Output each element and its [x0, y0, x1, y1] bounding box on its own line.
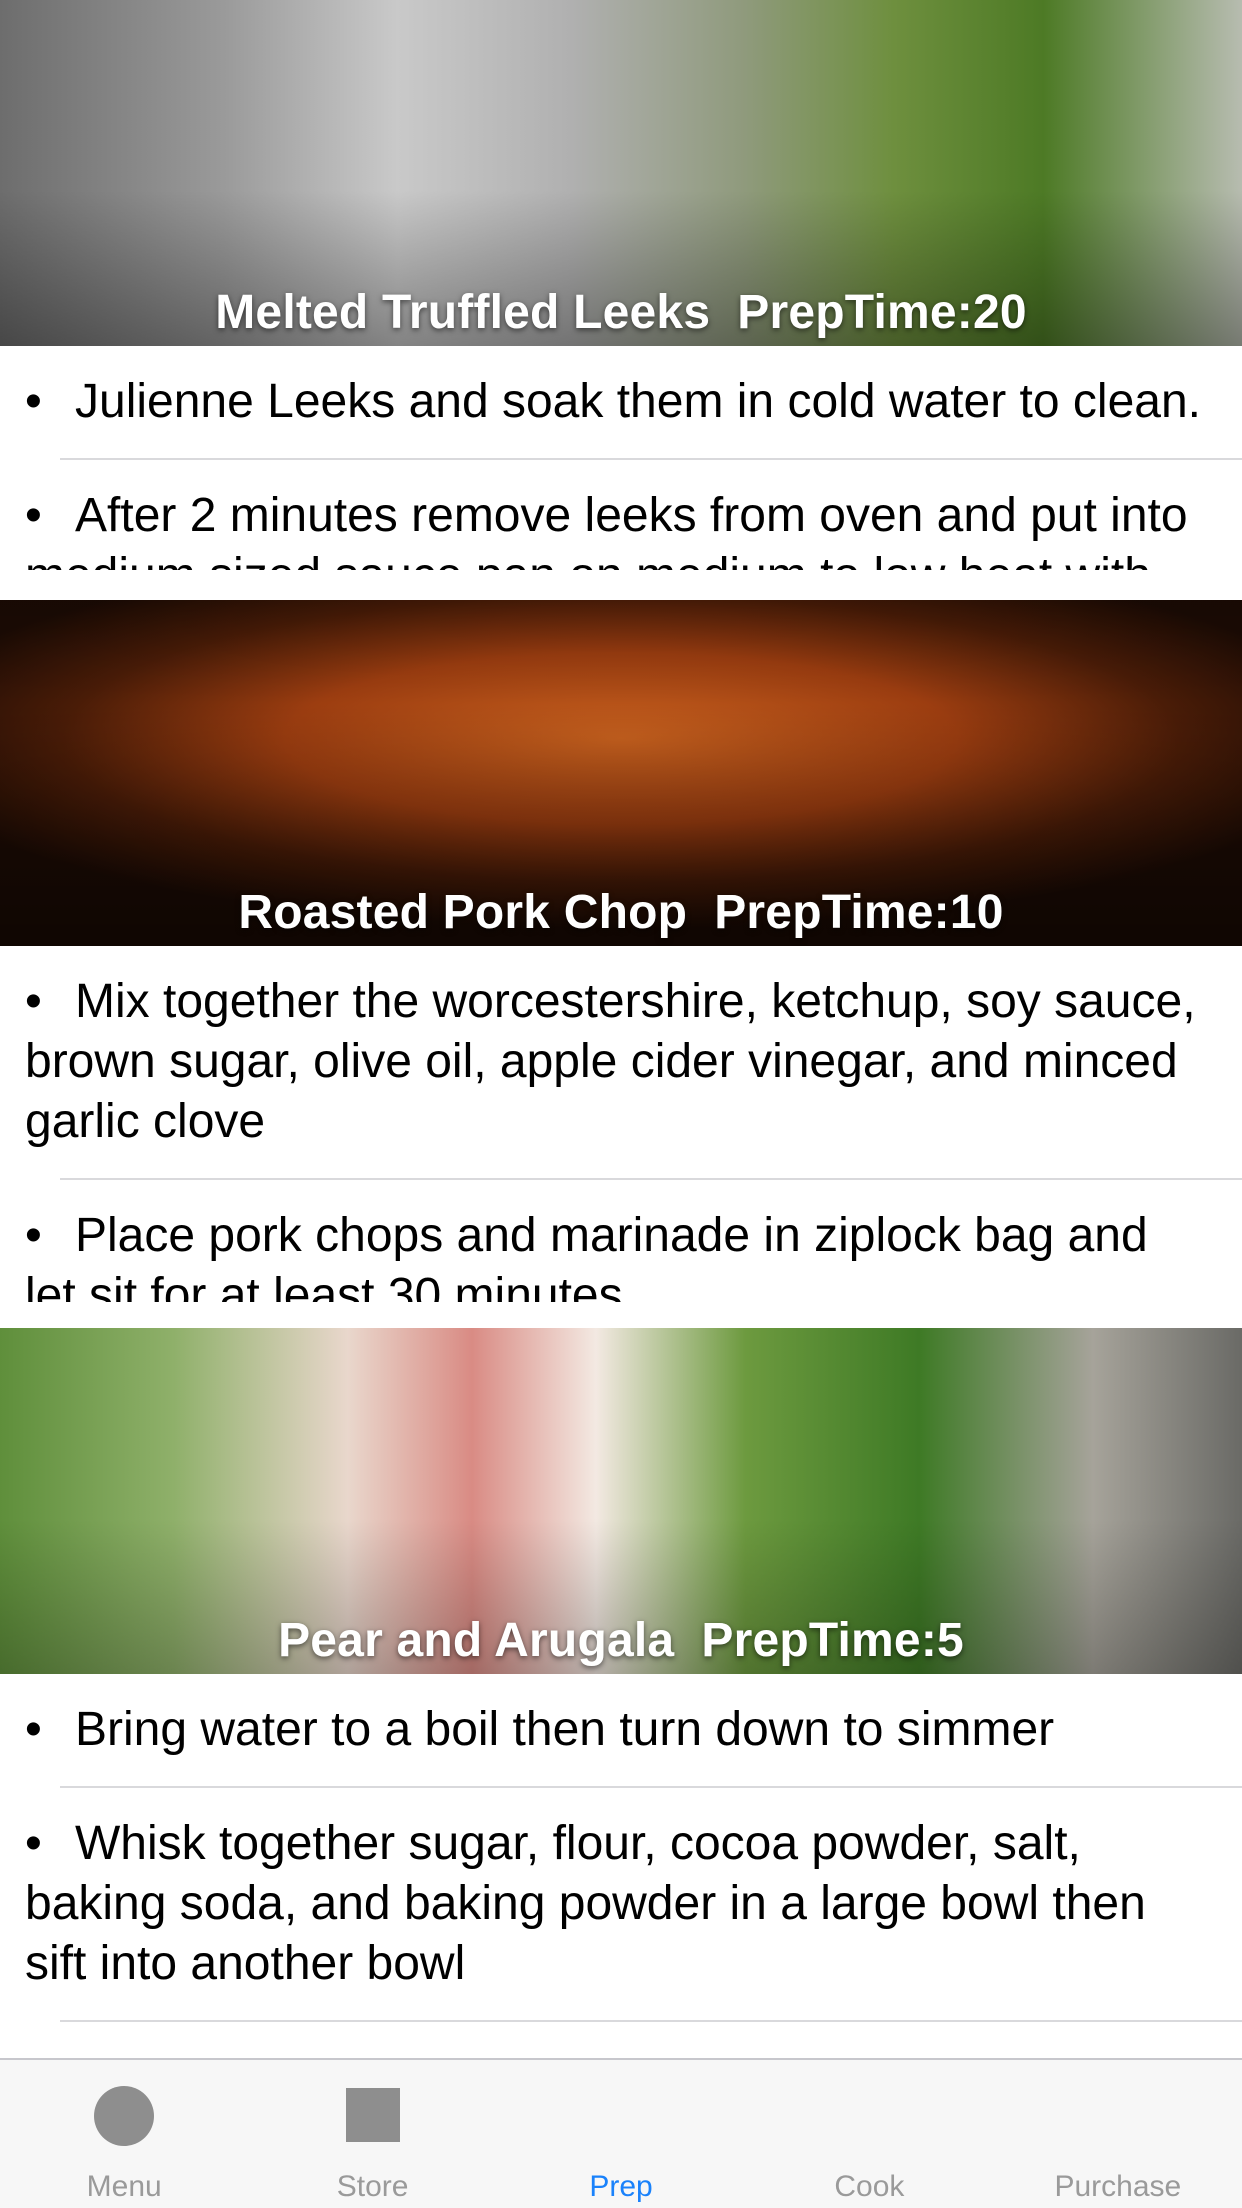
tab-label: Purchase [1054, 2170, 1182, 2203]
recipe-hero-image: Melted Truffled Leeks PrepTime:20 [0, 0, 1242, 346]
step-text: Whisk together sugar, flour, cocoa powde… [25, 1817, 1146, 1990]
tab-purchase[interactable]: Purchase [994, 2060, 1242, 2208]
step-text: Mix together the worcestershire, ketchup… [25, 975, 1196, 1148]
recipe-title: Melted Truffled Leeks PrepTime:20 [215, 286, 1027, 339]
recipe-card-leeks: Melted Truffled Leeks PrepTime:20 • Julie… [0, 0, 1242, 570]
row-separator [60, 2020, 1242, 2022]
section-gap [0, 570, 1242, 600]
bullet-icon: • [25, 1703, 42, 1756]
step-list[interactable]: • Bring water to a boil then turn down to… [0, 1674, 1242, 2054]
list-item[interactable]: • Place pork chops and marinade in ziploc… [0, 1180, 1242, 1302]
step-text: After 2 minutes remove leeks from oven a… [25, 489, 1188, 570]
square-icon [345, 2088, 400, 2142]
list-item[interactable]: • Whisk together sugar, flour, cocoa powd… [0, 1788, 1242, 2020]
recipe-hero-image: Roasted Pork Chop PrepTime:10 [0, 600, 1242, 946]
bullet-icon: • [25, 1817, 42, 1870]
tab-label: Store [336, 2170, 409, 2203]
tab-label: Menu [86, 2170, 162, 2203]
tab-store[interactable]: Store [248, 2060, 496, 2208]
list-item[interactable]: • Julienne Leeks and soak them in cold wa… [0, 346, 1242, 458]
step-text: Place pork chops and marinade in ziplock… [25, 1209, 1148, 1302]
tab-bar: Menu Store Prep Cook Purchase [0, 2058, 1242, 2208]
list-item[interactable]: • Mix together the worcestershire, ketchu… [0, 946, 1242, 1178]
tab-label: Prep [589, 2170, 653, 2203]
recipe-title: Roasted Pork Chop PrepTime:10 [238, 886, 1004, 939]
recipe-hero-image: Pear and Arugala PrepTime:5 [0, 1328, 1242, 1674]
step-text: Julienne Leeks and soak them in cold wat… [75, 375, 1202, 428]
tab-prep[interactable]: Prep [497, 2060, 745, 2208]
recipe-card-pork: Roasted Pork Chop PrepTime:10 • Mix toget… [0, 600, 1242, 1302]
recipe-list[interactable]: Melted Truffled Leeks PrepTime:20 • Julie… [0, 0, 1242, 2060]
recipe-card-pear-arugala: Pear and Arugala PrepTime:5 • Bring water… [0, 1328, 1242, 2054]
bullet-icon: • [25, 375, 42, 428]
step-list[interactable]: • Julienne Leeks and soak them in cold wa… [0, 346, 1242, 570]
tab-label: Cook [834, 2170, 905, 2203]
recipe-title: Pear and Arugala PrepTime:5 [278, 1614, 964, 1667]
step-list[interactable]: • Mix together the worcestershire, ketchu… [0, 946, 1242, 1302]
step-text: Bring water to a boil then turn down to … [75, 1703, 1055, 1756]
circle-icon [94, 2086, 155, 2146]
tab-menu[interactable]: Menu [0, 2060, 248, 2208]
bullet-icon: • [25, 489, 42, 542]
list-item[interactable]: • After 2 minutes remove leeks from oven … [0, 460, 1242, 570]
section-gap [0, 1302, 1242, 1328]
bullet-icon: • [25, 975, 42, 1028]
bullet-icon: • [25, 1209, 42, 1262]
tab-cook[interactable]: Cook [745, 2060, 993, 2208]
list-item[interactable]: • Bring water to a boil then turn down to… [0, 1674, 1242, 1786]
